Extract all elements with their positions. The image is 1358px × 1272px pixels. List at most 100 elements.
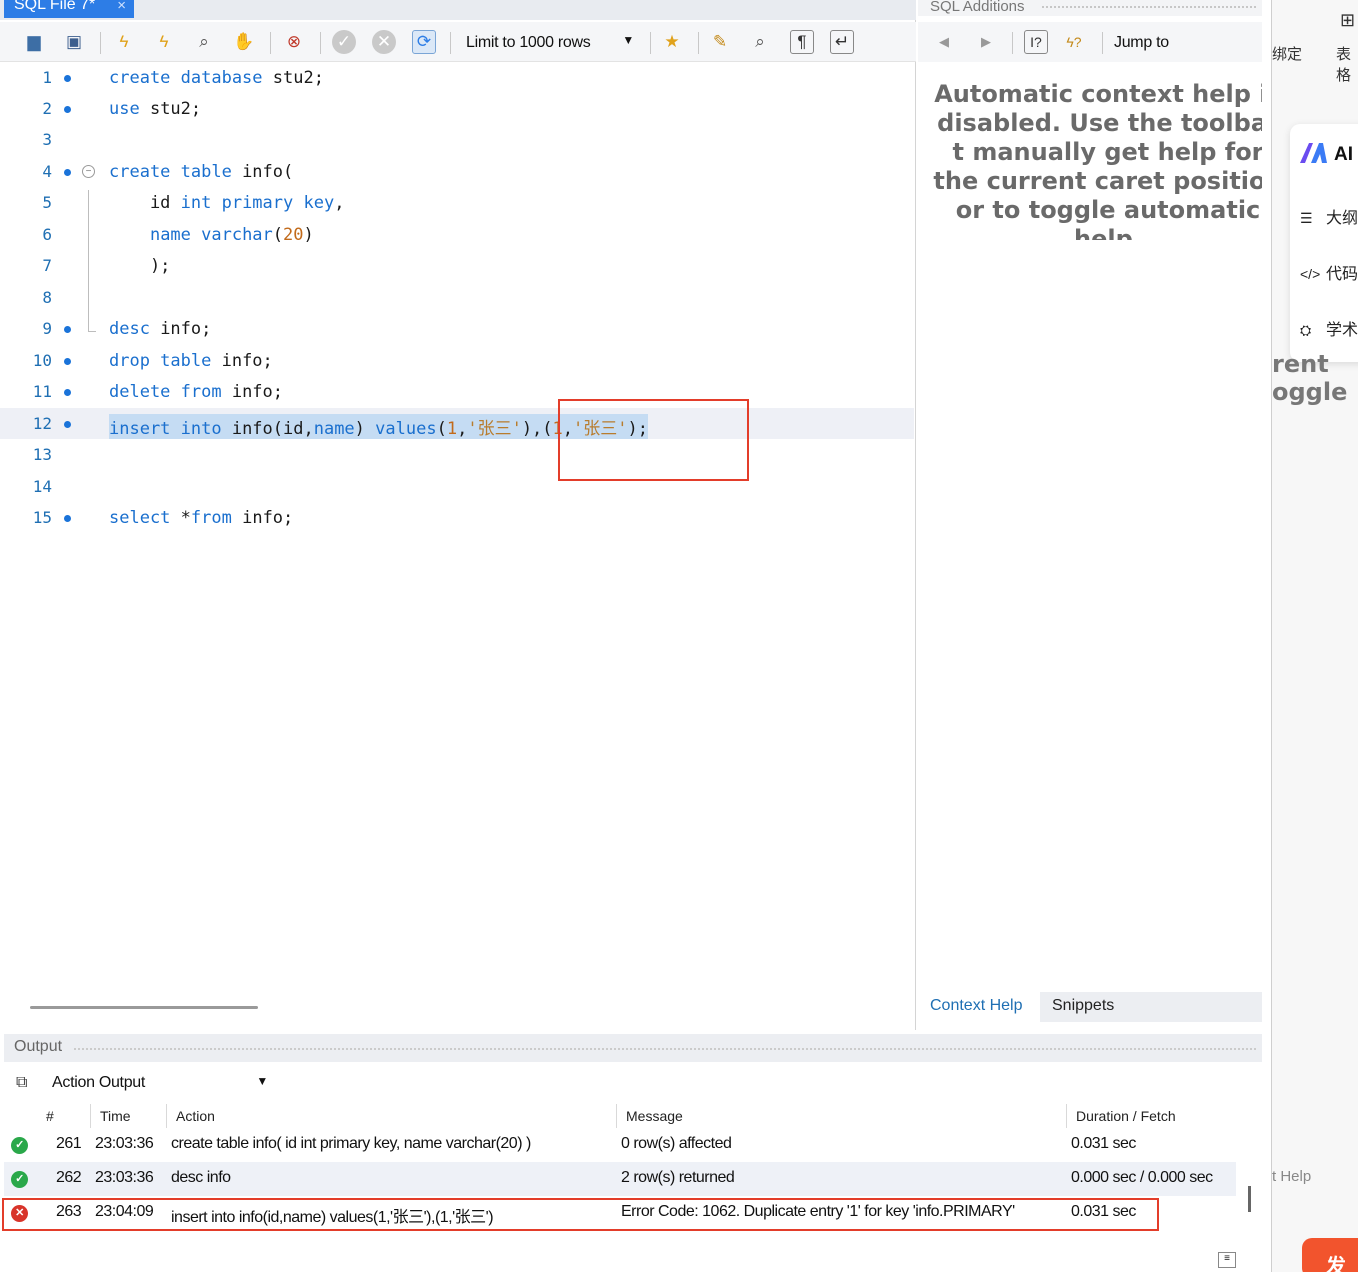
menu-item-academic[interactable]: ⛭ 学术 — [1300, 316, 1358, 340]
code-line[interactable]: 8 — [0, 282, 914, 313]
code-text: delete from info; — [109, 382, 284, 402]
row-action: create table info( id int primary key, n… — [171, 1135, 531, 1152]
line-number: 11 — [32, 382, 52, 401]
tab-context-help[interactable]: Context Help — [918, 992, 1040, 1022]
execute-icon[interactable]: ϟ — [112, 30, 136, 54]
line-number: 7 — [42, 256, 52, 275]
table-row[interactable]: ✓ 262 23:03:36 desc info 2 row(s) return… — [4, 1162, 1236, 1196]
code-line[interactable]: 14 — [0, 471, 914, 502]
code-line[interactable]: 6 name varchar(20) — [0, 219, 914, 250]
statement-marker — [64, 358, 71, 365]
list-view-icon[interactable]: ≡ — [1218, 1252, 1236, 1268]
line-number: 15 — [32, 508, 52, 527]
code-line[interactable]: 13 — [0, 439, 914, 470]
code-text: desc info; — [109, 319, 212, 339]
code-line[interactable]: 7 ); — [0, 250, 914, 281]
stop-icon[interactable]: ✋ — [232, 30, 256, 54]
publish-button[interactable]: 发布 — [1302, 1238, 1358, 1272]
line-number: 2 — [42, 99, 52, 118]
side-label-bind[interactable]: 绑定 — [1272, 43, 1302, 64]
row-number: 261 — [56, 1135, 82, 1152]
commit-icon[interactable]: ✓ — [332, 30, 356, 54]
row-duration: 0.031 sec — [1071, 1135, 1136, 1152]
line-number: 4 — [42, 162, 52, 181]
ai-logo-icon — [1300, 143, 1327, 163]
tab-snippets[interactable]: Snippets — [1040, 992, 1150, 1022]
panel-grip[interactable] — [74, 1048, 1256, 1050]
output-header: Output — [4, 1034, 1262, 1062]
column-header[interactable]: Action — [176, 1102, 215, 1130]
copy-icon[interactable]: ⧉ — [16, 1074, 34, 1092]
code-icon: </> — [1300, 266, 1321, 282]
code-text: ); — [109, 256, 171, 276]
toolbar-divider — [650, 32, 651, 54]
save-icon[interactable]: ▣ — [62, 30, 86, 54]
column-divider — [90, 1104, 91, 1128]
open-folder-icon[interactable]: ▆ — [22, 30, 46, 54]
column-divider — [166, 1104, 167, 1128]
code-line[interactable]: 10 drop table info; — [0, 345, 914, 376]
success-icon: ✓ — [11, 1171, 28, 1188]
line-number: 1 — [42, 68, 52, 87]
statement-marker — [64, 326, 71, 333]
code-line[interactable]: 3 — [0, 124, 914, 155]
table-icon[interactable]: ⊞ — [1340, 10, 1355, 31]
beautify-icon[interactable]: ✎ — [708, 30, 732, 54]
table-row[interactable]: ✓ 261 23:03:36 create table info( id int… — [4, 1128, 1236, 1162]
word-wrap-icon[interactable]: ↵ — [830, 30, 854, 54]
output-type-value: Action Output — [52, 1074, 146, 1091]
add-snippet-icon[interactable]: ★ — [660, 30, 684, 54]
row-number: 262 — [56, 1169, 82, 1186]
side-label-table[interactable]: 表格 — [1336, 43, 1358, 85]
row-message: 2 row(s) returned — [621, 1169, 735, 1186]
code-line[interactable]: 1 create database stu2; — [0, 62, 914, 93]
line-number: 3 — [42, 130, 52, 149]
context-help-viewport: Automatic context help is disabled. Use … — [918, 0, 1262, 240]
sql-editor-pane: SQL File 7* × ▆ ▣ ϟ ϟ ⌕ ✋ ⊗ ✓ ✕ ⟳ Limit … — [0, 0, 916, 1030]
tab-sql-file[interactable]: SQL File 7* × — [4, 0, 134, 18]
close-icon[interactable]: × — [117, 0, 126, 14]
execute-current-icon[interactable]: ϟ — [152, 30, 176, 54]
code-line[interactable]: 5 id int primary key, — [0, 187, 914, 218]
context-help-message: Automatic context help is disabled. Use … — [933, 80, 1262, 240]
statement-marker — [64, 75, 71, 82]
code-text: use stu2; — [109, 99, 202, 119]
code-line-current[interactable]: 12 insert into info(id,name) values(1,'张… — [0, 408, 914, 439]
autocommit-toggle-icon[interactable]: ⟳ — [412, 30, 436, 54]
code-editor[interactable]: 1 create database stu2; 2 use stu2; 3 4 … — [0, 62, 914, 998]
rollback-icon[interactable]: ✕ — [372, 30, 396, 54]
code-text: id int primary key, — [109, 193, 345, 213]
column-header[interactable]: # — [46, 1102, 54, 1130]
row-duration: 0.000 sec / 0.000 sec — [1071, 1169, 1213, 1186]
code-line[interactable]: 4 − create table info( — [0, 156, 914, 187]
row-action: desc info — [171, 1169, 231, 1186]
code-line[interactable]: 9 desc info; — [0, 313, 914, 344]
code-line[interactable]: 15 select *from info; — [0, 502, 914, 533]
explain-icon[interactable]: ⌕ — [192, 30, 216, 54]
tab-sql-file-label: SQL File 7* — [14, 0, 96, 13]
horizontal-scrollbar[interactable] — [30, 1006, 258, 1009]
output-type-select[interactable]: Action Output ▼ — [46, 1068, 272, 1098]
code-text: name varchar(20) — [149, 225, 314, 245]
column-header[interactable]: Time — [100, 1102, 131, 1130]
invisible-chars-icon[interactable]: ¶ — [790, 30, 814, 54]
find-icon[interactable]: ⌕ — [748, 30, 772, 54]
code-line[interactable]: 11 delete from info; — [0, 376, 914, 407]
highlight-annotation-box — [2, 1198, 1159, 1231]
fold-toggle-icon[interactable]: − — [82, 165, 95, 178]
menu-item-outline[interactable]: ☰ 大纲 — [1300, 204, 1358, 228]
stop-on-error-icon[interactable]: ⊗ — [282, 30, 306, 54]
code-line[interactable]: 2 use stu2; — [0, 93, 914, 124]
vertical-scrollbar[interactable] — [1248, 1186, 1251, 1212]
background-text-fragment: rent — [1272, 350, 1329, 378]
line-number: 9 — [42, 319, 52, 338]
sql-additions-tabs: Context Help Snippets — [918, 992, 1262, 1022]
column-header[interactable]: Duration / Fetch — [1076, 1102, 1176, 1130]
limit-rows-value: Limit to 1000 rows — [466, 34, 591, 51]
row-time: 23:03:36 — [95, 1135, 154, 1152]
column-header[interactable]: Message — [626, 1102, 683, 1130]
limit-rows-select[interactable]: Limit to 1000 rows ▼ — [458, 30, 642, 56]
menu-item-code[interactable]: </> 代码 — [1300, 260, 1358, 284]
menu-item-label: 大纲 — [1326, 210, 1358, 227]
line-number: 13 — [32, 445, 52, 464]
